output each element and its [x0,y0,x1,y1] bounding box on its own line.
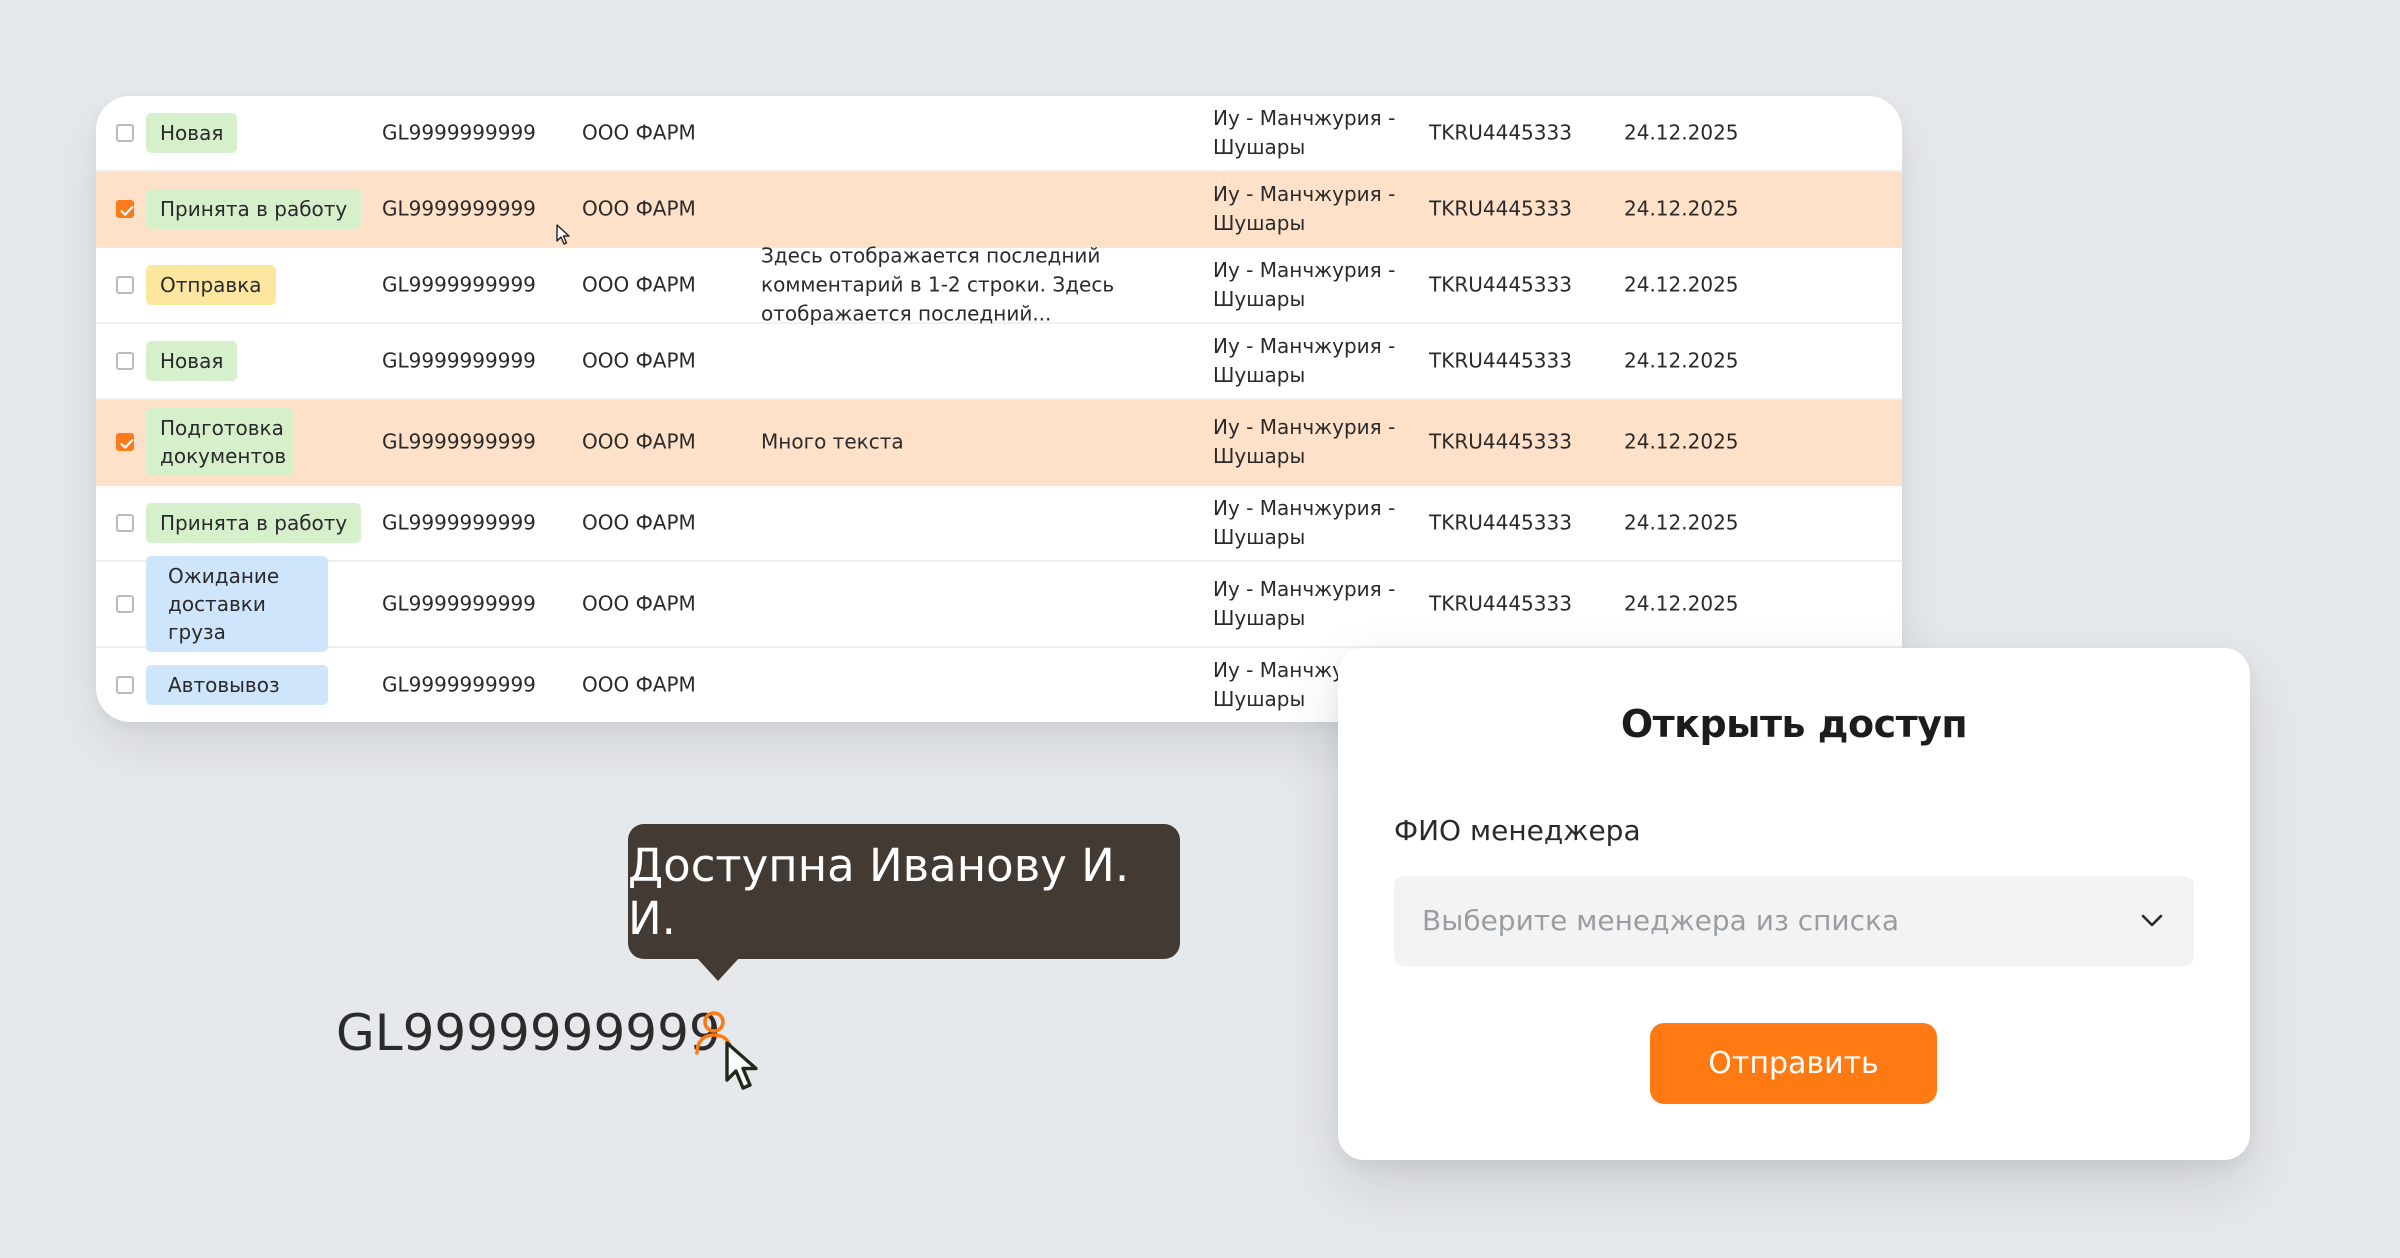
table-row[interactable]: Принята в работу GL9999999999 ООО ФАРМ И… [96,486,1902,562]
container-number: TKRU4445333 [1429,196,1572,221]
table-row[interactable]: Отправка GL9999999999 ООО ФАРМ Здесь ото… [96,244,1902,326]
route: Иу - Манчжурия - Шушары [1213,415,1396,468]
mouse-cursor-icon [725,1041,758,1090]
order-id: GL9999999999 [382,672,536,697]
order-id: GL9999999999 [382,591,536,616]
stage: Новая GL9999999999 ООО ФАРМ Иу - Манчжур… [0,0,2400,1258]
order-id: GL9999999999 [382,429,536,454]
container-number: TKRU4445333 [1429,591,1572,616]
status-badge: Новая [146,341,238,381]
row-checkbox[interactable] [116,514,134,532]
date: 24.12.2025 [1624,429,1739,454]
container-number: TKRU4445333 [1429,429,1572,454]
organization: ООО ФАРМ [582,510,696,535]
route: Иу - Манчжурия - Шушары [1213,334,1396,387]
container-number: TKRU4445333 [1429,510,1572,535]
organization: ООО ФАРМ [582,272,696,297]
organization: ООО ФАРМ [582,348,696,373]
checkmark-icon [120,206,134,216]
status-badge: Отправка [146,265,276,305]
date: 24.12.2025 [1624,196,1739,221]
date: 24.12.2025 [1624,120,1739,145]
row-checkbox[interactable] [116,124,134,142]
order-id: GL9999999999 [382,272,536,297]
container-number: TKRU4445333 [1429,272,1572,297]
table-row[interactable]: Новая GL9999999999 ООО ФАРМ Иу - Манчжур… [96,324,1902,400]
chevron-down-icon [2141,914,2163,927]
row-checkbox[interactable] [116,352,134,370]
route: Иу - Манчжурия - Шушары [1213,106,1396,159]
organization: ООО ФАРМ [582,591,696,616]
manager-select-placeholder: Выберите менеджера из списка [1422,904,1900,937]
container-number: TKRU4445333 [1429,348,1572,373]
date: 24.12.2025 [1624,591,1739,616]
row-checkbox[interactable] [116,676,134,694]
container-number: TKRU4445333 [1429,120,1572,145]
open-access-dialog: Открыть доступ ФИО менеджера Выберите ме… [1338,648,2250,1160]
status-badge: Принята в работу [146,189,362,229]
shipment-id: GL9999999999 [336,1004,721,1062]
organization: ООО ФАРМ [582,429,696,454]
manager-select[interactable]: Выберите менеджера из списка [1394,876,2194,966]
row-checkbox[interactable] [116,276,134,294]
organization: ООО ФАРМ [582,672,696,697]
manager-field-label: ФИО менеджера [1394,814,1641,847]
status-badge: Ожидание доставки груза [146,556,328,652]
table-row[interactable]: Подготовка документов GL9999999999 ООО Ф… [96,400,1902,486]
route: Иу - Манчжурия - Шушары [1213,577,1396,630]
date: 24.12.2025 [1624,272,1739,297]
last-comment: Здесь отображается последний комментарий… [761,243,1115,326]
mouse-cursor-icon [556,224,570,245]
table-row[interactable]: Принята в работу GL9999999999 ООО ФАРМ И… [96,172,1902,248]
date: 24.12.2025 [1624,510,1739,535]
dialog-title: Открыть доступ [1620,702,1968,746]
row-checkbox[interactable] [116,433,134,451]
order-id: GL9999999999 [382,120,536,145]
tooltip-arrow [696,957,740,981]
organization: ООО ФАРМ [582,120,696,145]
route: Иу - Манчжурия - Шушары [1213,496,1396,549]
date: 24.12.2025 [1624,348,1739,373]
row-checkbox[interactable] [116,595,134,613]
checkmark-icon [120,439,134,449]
status-badge: Принята в работу [146,503,362,543]
order-id: GL9999999999 [382,348,536,373]
access-tooltip: Доступна Иванову И. И. [628,824,1180,981]
status-badge: Автовывоз [146,665,328,705]
route: Иу - Манчжурия - Шушары [1213,258,1396,311]
organization: ООО ФАРМ [582,196,696,221]
table-row[interactable]: Новая GL9999999999 ООО ФАРМ Иу - Манчжур… [96,96,1902,172]
orders-table: Новая GL9999999999 ООО ФАРМ Иу - Манчжур… [96,96,1902,722]
order-id: GL9999999999 [382,510,536,535]
submit-button[interactable]: Отправить [1650,1023,1937,1104]
row-checkbox[interactable] [116,200,134,218]
last-comment: Много текста [761,429,904,454]
order-id: GL9999999999 [382,196,536,221]
status-badge: Новая [146,113,238,153]
table-row[interactable]: Ожидание доставки груза GL9999999999 ООО… [96,556,1902,652]
route: Иу - Манчжурия - Шушары [1213,182,1396,235]
tooltip-text: Доступна Иванову И. И. [628,838,1130,945]
status-badge: Подготовка документов [146,408,294,476]
